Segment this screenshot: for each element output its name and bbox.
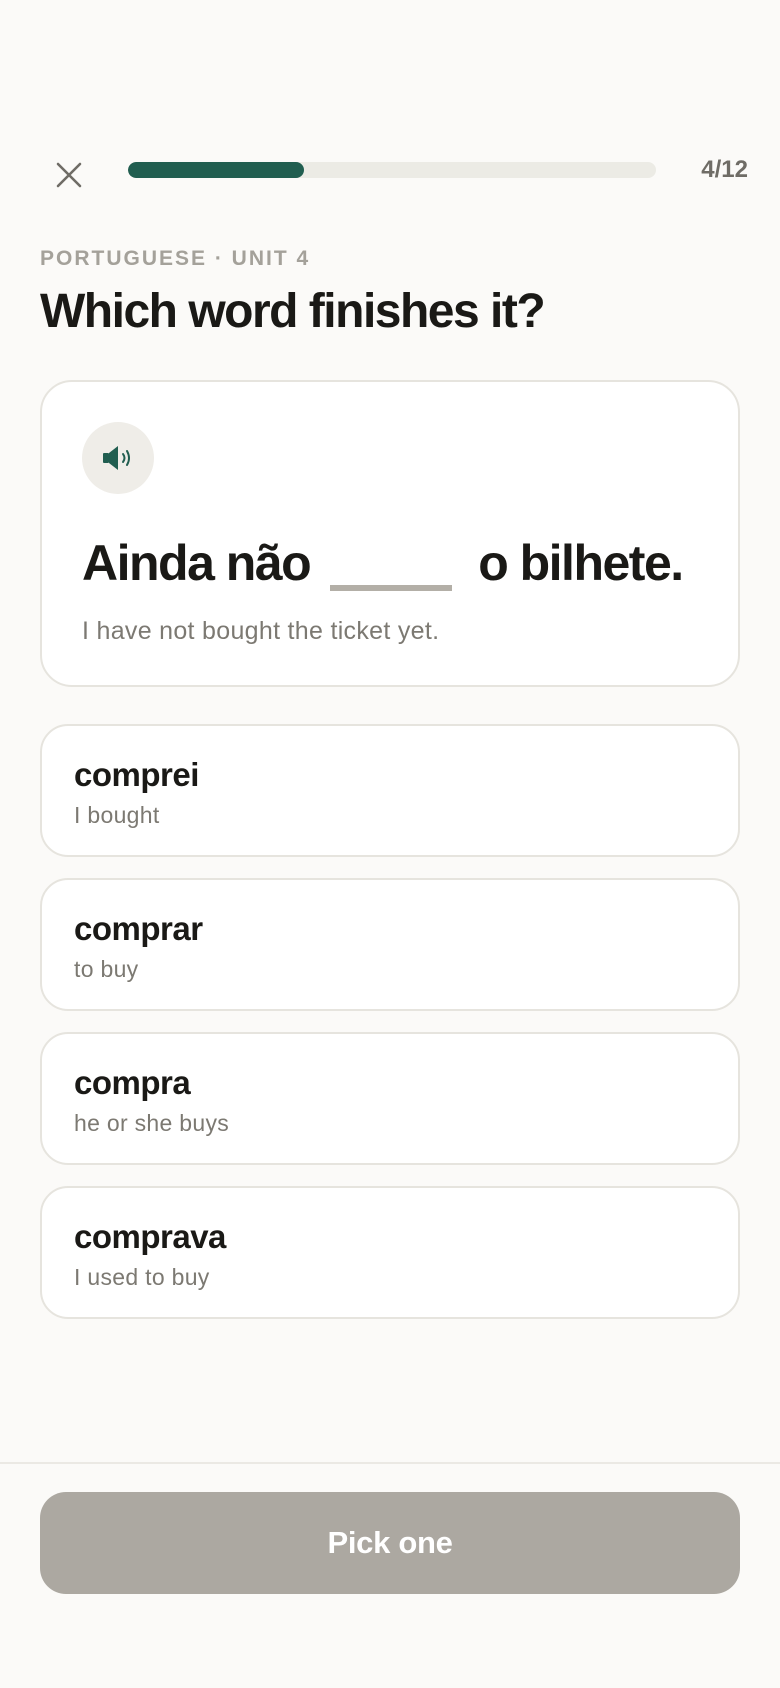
answer-option[interactable]: comprei I bought — [40, 724, 740, 857]
option-word: comprava — [74, 1218, 226, 1255]
sentence-before-blank: Ainda não — [82, 535, 312, 591]
option-gloss: he or she buys — [74, 1110, 230, 1136]
lesson-eyebrow: PORTUGUESE · UNIT 4 — [40, 247, 311, 270]
prompt-translation: I have not bought the ticket yet. — [82, 617, 440, 645]
sentence-after-blank: o bilhete. — [478, 535, 684, 591]
footer: Pick one — [0, 1462, 780, 1688]
speaker-icon — [103, 446, 130, 470]
pick-one-button[interactable]: Pick one — [40, 1492, 740, 1594]
play-audio-button[interactable] — [82, 422, 154, 494]
option-word: comprei — [74, 756, 199, 793]
answer-option[interactable]: comprava I used to buy — [40, 1186, 740, 1319]
option-gloss: to buy — [74, 956, 139, 982]
answer-option[interactable]: comprar to buy — [40, 878, 740, 1011]
close-button[interactable] — [44, 150, 94, 200]
option-word: comprar — [74, 910, 203, 947]
progress-count: 4/12 — [701, 156, 748, 183]
option-word: compra — [74, 1064, 191, 1101]
prompt-card: Ainda não o bilhete. I have not bought t… — [40, 380, 740, 687]
answer-option[interactable]: compra he or she buys — [40, 1032, 740, 1165]
option-gloss: I bought — [74, 802, 160, 828]
close-icon — [56, 162, 82, 188]
page-title: Which word finishes it? — [40, 285, 546, 338]
progress-fill — [128, 162, 304, 178]
prompt-sentence: Ainda não o bilhete. — [82, 528, 722, 598]
option-gloss: I used to buy — [74, 1264, 210, 1290]
answer-blank — [330, 535, 453, 591]
top-bar: 4/12 — [0, 140, 780, 200]
progress-bar — [128, 162, 656, 178]
